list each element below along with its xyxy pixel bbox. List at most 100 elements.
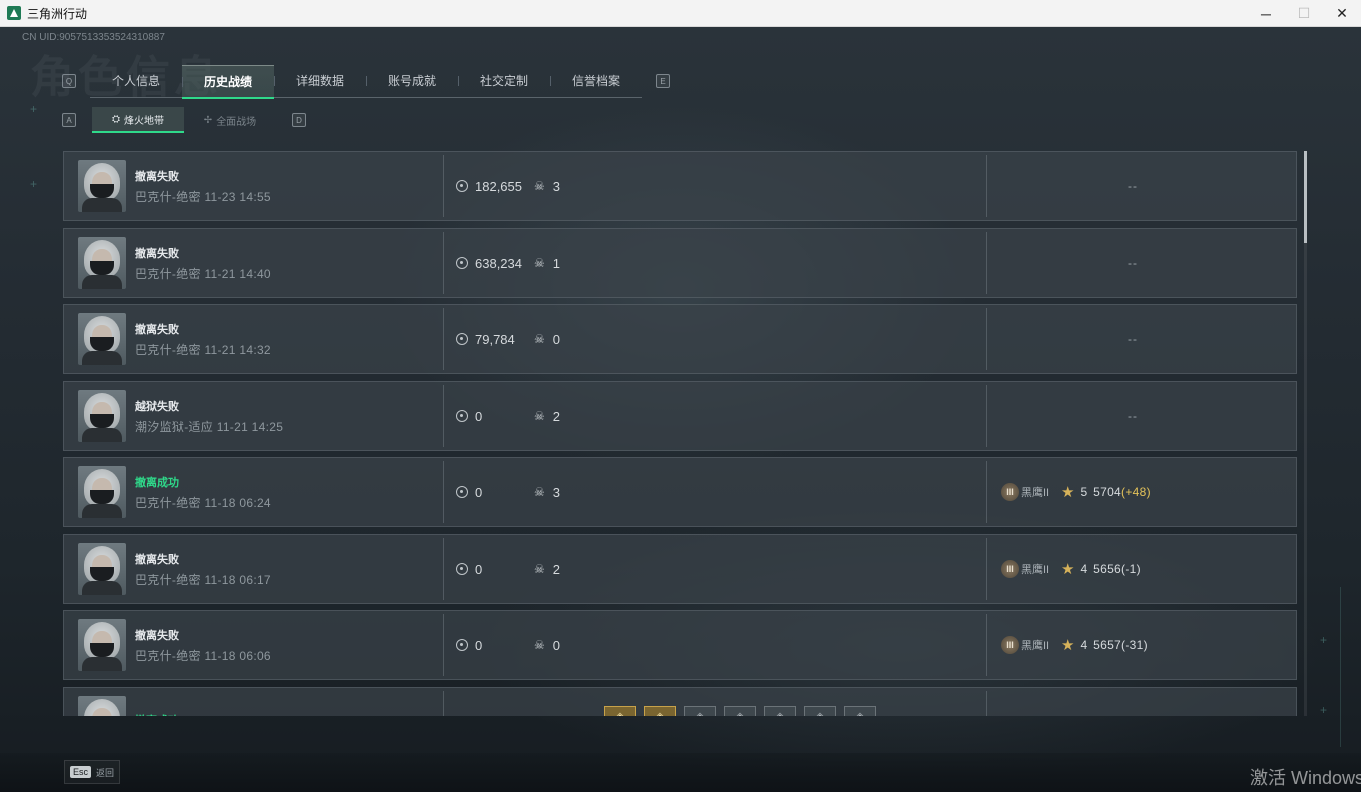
kill-count: 1 bbox=[552, 255, 560, 271]
match-map: 巴克什-绝密 bbox=[135, 189, 201, 204]
list-scrollbar[interactable] bbox=[1304, 151, 1307, 716]
kills-stat: ☠ 3 bbox=[534, 485, 560, 500]
match-meta: 潮汐监狱-适应 11-21 14:25 bbox=[135, 418, 435, 435]
match-record-row[interactable]: 撤离失败 巴克什-绝密 11-21 14:40 638,234 ☠ 1 -- bbox=[63, 228, 1297, 298]
kill-count: 3 bbox=[552, 484, 560, 500]
medal-strip: ◈ ◈ ◈ ◈ ◈ ◈ ◈ bbox=[604, 706, 876, 716]
minimize-button[interactable]: ─ bbox=[1247, 0, 1285, 27]
decor-line bbox=[1340, 587, 1341, 747]
medal-icon[interactable]: ◈ bbox=[764, 706, 796, 716]
match-record-row[interactable]: 撤离失败 巴克什-绝密 11-23 14:55 182,655 ☠ 3 -- bbox=[63, 151, 1297, 221]
match-record-row[interactable]: 撤离失败 巴克什-绝密 11-18 06:06 0 ☠ 0 III 黑鹰II ★ 4 5657(-… bbox=[63, 610, 1297, 680]
match-time: 11-18 06:24 bbox=[204, 495, 271, 510]
decor-crosshair: + bbox=[1320, 633, 1328, 647]
coin-icon bbox=[456, 333, 468, 345]
match-map: 巴克什-绝密 bbox=[135, 572, 201, 587]
next-tab-key-hint[interactable]: E bbox=[656, 74, 670, 88]
window-titlebar: 三角洲行动 ─ ☐ ✕ bbox=[0, 0, 1361, 27]
match-record-row[interactable]: 越狱失败 潮汐监狱-适应 11-21 14:25 0 ☠ 2 -- bbox=[63, 381, 1297, 451]
coin-icon bbox=[456, 410, 468, 422]
skull-icon: ☠ bbox=[534, 179, 545, 193]
match-stats: 182,655 ☠ 3 bbox=[444, 179, 986, 194]
maximize-button[interactable]: ☐ bbox=[1285, 0, 1323, 27]
tab-detailed-data[interactable]: 详细数据 bbox=[274, 65, 366, 97]
main-tabs: Q 个人信息 历史战绩 详细数据 账号成就 社交定制 信誉档案 E bbox=[62, 64, 670, 99]
prev-tab-key-hint[interactable]: Q bbox=[62, 74, 76, 88]
match-result: 撤离成功 bbox=[135, 712, 435, 716]
operator-avatar bbox=[78, 160, 126, 212]
rank-empty: -- bbox=[1128, 179, 1138, 193]
next-subtab-key-hint[interactable]: D bbox=[292, 113, 306, 127]
match-history-list: 撤离失败 巴克什-绝密 11-23 14:55 182,655 ☠ 3 -- 撤离失败 巴克什… bbox=[63, 151, 1299, 716]
decor-crosshair: + bbox=[1320, 703, 1328, 717]
kill-count: 0 bbox=[552, 331, 560, 347]
match-info: 撤离失败 巴克什-绝密 11-18 06:06 bbox=[135, 627, 435, 664]
match-stats: 0 ☠ 2 bbox=[444, 562, 986, 577]
decor-crosshair: + bbox=[30, 102, 38, 116]
match-record-row[interactable]: 撤离失败 巴克什-绝密 11-18 06:17 0 ☠ 2 III 黑鹰II ★ 4 5656(-… bbox=[63, 534, 1297, 604]
match-record-row[interactable]: 撤离失败 巴克什-绝密 11-21 14:32 79,784 ☠ 0 -- bbox=[63, 304, 1297, 374]
kill-count: 0 bbox=[552, 637, 560, 653]
close-button[interactable]: ✕ bbox=[1323, 0, 1361, 27]
loot-value-stat: 79,784 bbox=[456, 332, 534, 347]
loot-value: 0 bbox=[475, 408, 483, 424]
match-time: 11-18 06:17 bbox=[204, 572, 271, 587]
match-time: 11-21 14:25 bbox=[216, 419, 284, 434]
back-label: 返回 bbox=[96, 767, 115, 778]
medal-icon[interactable]: ◈ bbox=[644, 706, 676, 716]
match-info: 撤离失败 巴克什-绝密 11-23 14:55 bbox=[135, 168, 435, 205]
scrollbar-thumb[interactable] bbox=[1304, 151, 1307, 243]
match-info: 撤离失败 巴克什-绝密 11-21 14:40 bbox=[135, 245, 435, 282]
match-time: 11-18 06:06 bbox=[204, 648, 271, 663]
rank-info bbox=[987, 688, 1296, 716]
subtab-battlefield[interactable]: ✢ 全面战场 bbox=[184, 107, 276, 133]
kill-count: 2 bbox=[552, 408, 560, 424]
loot-value-stat: 0 bbox=[456, 562, 534, 577]
tab-match-history[interactable]: 历史战绩 bbox=[182, 64, 274, 99]
tab-personal-info[interactable]: 个人信息 bbox=[90, 65, 182, 97]
subtab-warzone[interactable]: ⛭ 烽火地带 bbox=[92, 107, 184, 133]
tab-row: 个人信息 历史战绩 详细数据 账号成就 社交定制 信誉档案 bbox=[90, 64, 642, 99]
esc-key-hint: Esc bbox=[70, 766, 92, 778]
operator-avatar bbox=[78, 313, 126, 365]
loot-value: 182,655 bbox=[475, 178, 522, 194]
subtab-warzone-label: 烽火地带 bbox=[124, 115, 164, 127]
medal-icon[interactable]: ◈ bbox=[844, 706, 876, 716]
medal-icon[interactable]: ◈ bbox=[684, 706, 716, 716]
match-record-row[interactable]: 撤离成功 巴克什-绝密 11-18 06:24 0 ☠ 3 III 黑鹰II ★ 5 5704(+… bbox=[63, 457, 1297, 527]
match-map: 潮汐监狱-适应 bbox=[135, 419, 214, 434]
rank-info: -- bbox=[987, 229, 1296, 297]
tab-achievements[interactable]: 账号成就 bbox=[366, 65, 458, 97]
star-icon: ★ bbox=[1061, 637, 1075, 654]
match-info: 撤离成功 bbox=[135, 712, 435, 716]
rank-info: III 黑鹰II ★ 5 5704(+48) bbox=[987, 458, 1296, 526]
prev-subtab-key-hint[interactable]: A bbox=[62, 113, 76, 127]
tab-social-custom[interactable]: 社交定制 bbox=[458, 65, 550, 97]
tab-credit-record[interactable]: 信誉档案 bbox=[550, 65, 642, 97]
match-map: 巴克什-绝密 bbox=[135, 495, 201, 510]
rank-tier-badge-icon: III bbox=[1001, 483, 1019, 501]
rank-empty: -- bbox=[1128, 332, 1138, 346]
skull-icon: ☠ bbox=[534, 332, 545, 346]
kills-stat: ☠ 2 bbox=[534, 409, 560, 424]
match-record-row[interactable]: 撤离成功 ◈ ◈ ◈ ◈ ◈ ◈ ◈ bbox=[63, 687, 1297, 716]
kill-count: 2 bbox=[552, 561, 560, 577]
operator-avatar bbox=[78, 237, 126, 289]
rank-stars: 5 bbox=[1080, 485, 1088, 499]
star-icon: ★ bbox=[1061, 561, 1075, 578]
loot-value-stat: 182,655 bbox=[456, 179, 534, 194]
match-stats: 79,784 ☠ 0 bbox=[444, 332, 986, 347]
rank-info: -- bbox=[987, 152, 1296, 220]
skull-icon: ☠ bbox=[534, 409, 545, 423]
back-button[interactable]: Esc 返回 bbox=[64, 760, 120, 784]
kills-stat: ☠ 0 bbox=[534, 638, 560, 653]
match-info: 越狱失败 潮汐监狱-适应 11-21 14:25 bbox=[135, 398, 435, 435]
rank-score: 5656(-1) bbox=[1093, 562, 1141, 576]
game-viewport: 角色信息 + + + + CN UID:9057513353524310887 … bbox=[0, 27, 1361, 792]
skull-icon: ☠ bbox=[534, 256, 545, 270]
loot-value: 0 bbox=[475, 484, 483, 500]
medal-icon[interactable]: ◈ bbox=[724, 706, 756, 716]
medal-icon[interactable]: ◈ bbox=[804, 706, 836, 716]
window-controls: ─ ☐ ✕ bbox=[1247, 0, 1361, 27]
medal-icon[interactable]: ◈ bbox=[604, 706, 636, 716]
